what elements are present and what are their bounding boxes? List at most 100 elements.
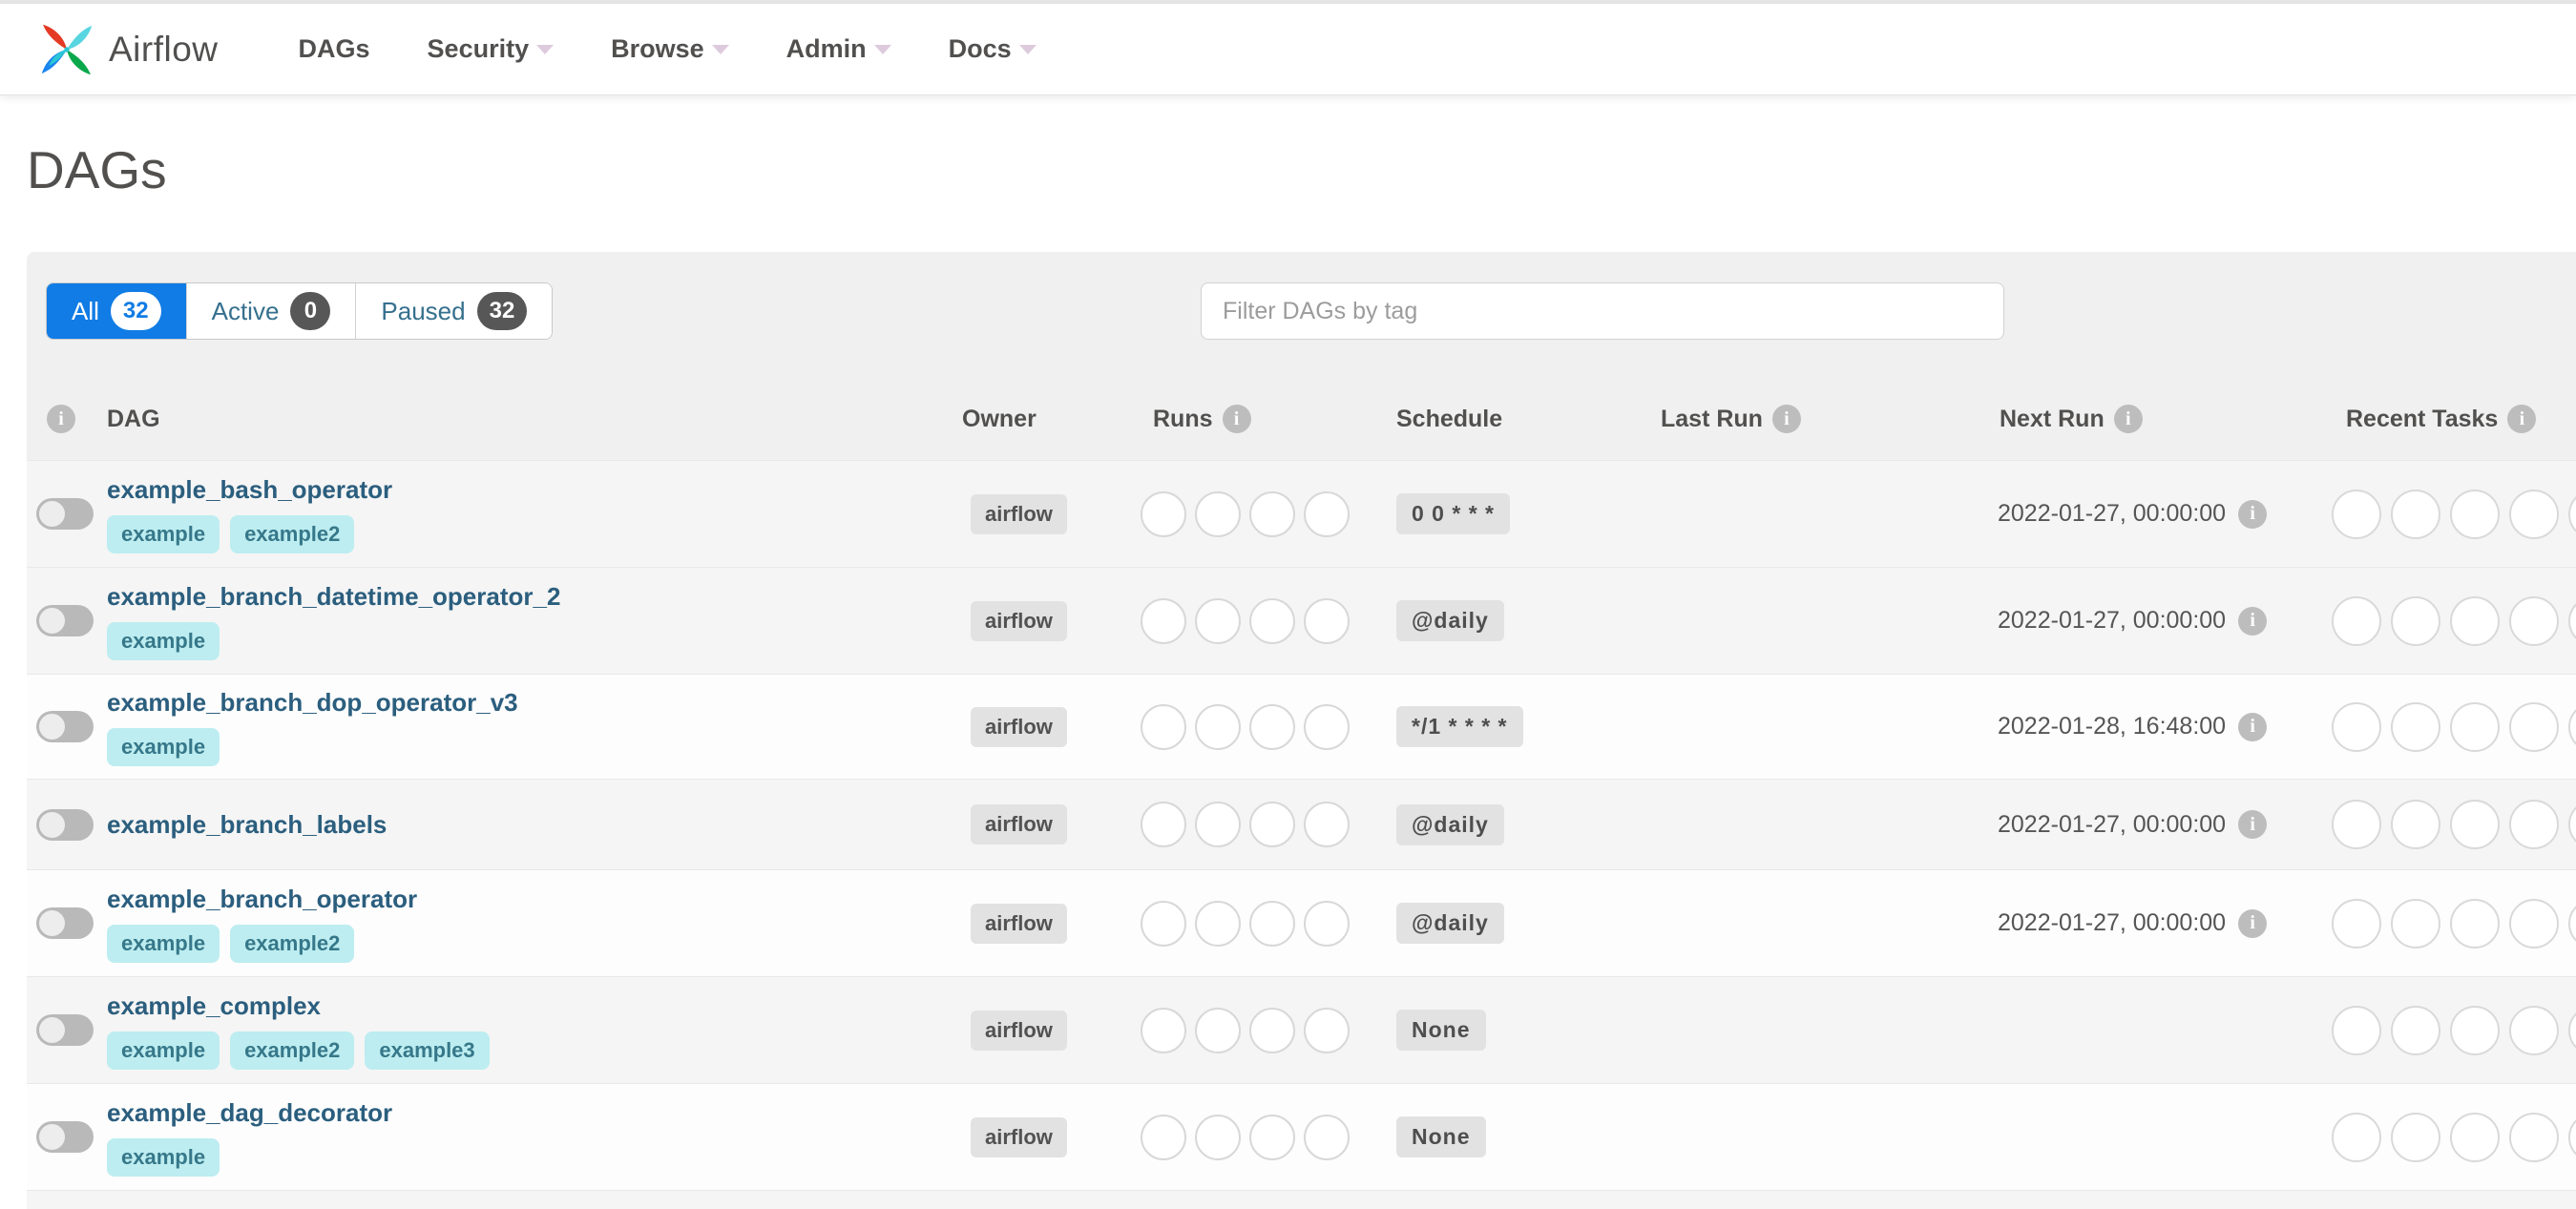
task-status-circle[interactable] (2450, 595, 2500, 646)
run-status-circle[interactable] (1304, 1007, 1350, 1053)
tab-paused[interactable]: Paused 32 (355, 283, 553, 339)
task-status-circle[interactable] (2332, 800, 2381, 849)
run-status-circle[interactable] (1141, 490, 1186, 537)
task-status-circle[interactable] (2450, 800, 2500, 849)
task-status-circle[interactable] (2509, 595, 2559, 646)
task-status-circle[interactable] (2391, 1005, 2440, 1055)
task-status-circle[interactable] (2391, 800, 2440, 849)
airflow-brand[interactable]: Airflow (34, 17, 219, 82)
run-status-circle[interactable] (1249, 1007, 1295, 1053)
task-status-circle[interactable] (2509, 701, 2559, 752)
pause-toggle[interactable] (36, 808, 94, 841)
pause-toggle[interactable] (36, 1121, 94, 1153)
cell-runs (1131, 900, 1382, 947)
task-status-circle[interactable] (2332, 595, 2381, 646)
dag-link[interactable]: example_complex (107, 991, 959, 1021)
task-status-circle[interactable] (2450, 489, 2500, 539)
run-status-circle[interactable] (1304, 900, 1350, 947)
pause-toggle[interactable] (36, 498, 94, 530)
run-status-circle[interactable] (1249, 802, 1295, 847)
run-status-circle[interactable] (1249, 900, 1295, 947)
dag-link[interactable]: example_branch_datetime_operator_2 (107, 582, 959, 612)
run-status-circle[interactable] (1141, 1114, 1186, 1160)
task-status-circle[interactable] (2509, 800, 2559, 849)
task-status-circle[interactable] (2391, 595, 2440, 646)
run-status-circle[interactable] (1195, 802, 1241, 847)
tab-active[interactable]: Active 0 (185, 283, 356, 339)
run-status-circle[interactable] (1141, 1007, 1186, 1053)
run-status-circle[interactable] (1141, 802, 1186, 847)
dag-link[interactable]: example_branch_labels (107, 810, 959, 840)
task-status-circle[interactable] (2509, 1005, 2559, 1055)
tag-badge[interactable]: example (107, 1031, 220, 1070)
task-status-circle[interactable] (2391, 701, 2440, 752)
tag-badge[interactable]: example3 (365, 1031, 490, 1070)
task-status-circle[interactable] (2450, 1112, 2500, 1162)
run-status-circle[interactable] (1249, 703, 1295, 750)
tag-badge[interactable]: example (107, 924, 220, 963)
task-status-circle[interactable] (2332, 898, 2381, 948)
nav-item-docs[interactable]: Docs (949, 34, 1037, 64)
run-status-circle[interactable] (1141, 703, 1186, 750)
task-status-circle[interactable] (2332, 1005, 2381, 1055)
filter-dags-by-tag-input[interactable] (1201, 282, 2004, 340)
task-status-circle[interactable] (2568, 701, 2576, 752)
task-status-circle[interactable] (2568, 898, 2576, 948)
tag-badge[interactable]: example2 (230, 514, 355, 553)
nav-item-admin[interactable]: Admin (786, 34, 891, 64)
task-status-circle[interactable] (2450, 701, 2500, 752)
run-status-circle[interactable] (1141, 900, 1186, 947)
task-status-circle[interactable] (2509, 489, 2559, 539)
task-status-circle[interactable] (2391, 898, 2440, 948)
tag-badge[interactable]: example2 (230, 924, 355, 963)
tag-badge[interactable]: example (107, 621, 220, 660)
task-status-circle[interactable] (2568, 1005, 2576, 1055)
nav-item-dags[interactable]: DAGs (299, 34, 370, 64)
run-status-circle[interactable] (1195, 703, 1241, 750)
task-status-circle[interactable] (2568, 800, 2576, 849)
run-status-circle[interactable] (1304, 802, 1350, 847)
task-status-circle[interactable] (2391, 489, 2440, 539)
run-status-circle[interactable] (1195, 1007, 1241, 1053)
task-status-circle[interactable] (2450, 1005, 2500, 1055)
run-status-circle[interactable] (1304, 1114, 1350, 1160)
dag-link[interactable]: example_bash_operator (107, 475, 959, 505)
pause-toggle[interactable] (36, 907, 94, 939)
dag-link[interactable]: example_branch_operator (107, 885, 959, 914)
run-status-circle[interactable] (1304, 490, 1350, 537)
run-status-circle[interactable] (1249, 1114, 1295, 1160)
tab-all[interactable]: All 32 (47, 283, 186, 339)
pause-toggle[interactable] (36, 711, 94, 742)
run-status-circle[interactable] (1249, 597, 1295, 644)
dag-link[interactable]: example_dag_decorator (107, 1098, 959, 1128)
nav-item-browse[interactable]: Browse (611, 34, 729, 64)
task-status-circle[interactable] (2568, 1112, 2576, 1162)
run-status-circle[interactable] (1304, 597, 1350, 644)
pause-toggle[interactable] (36, 605, 94, 636)
task-status-circle[interactable] (2450, 898, 2500, 948)
task-status-circle[interactable] (2568, 489, 2576, 539)
dag-link[interactable]: example_branch_dop_operator_v3 (107, 688, 959, 718)
nav-item-security[interactable]: Security (428, 34, 555, 64)
run-status-circle[interactable] (1195, 900, 1241, 947)
run-status-circle[interactable] (1249, 490, 1295, 537)
run-status-circle[interactable] (1195, 597, 1241, 644)
task-status-circle[interactable] (2332, 489, 2381, 539)
run-status-circle[interactable] (1195, 1114, 1241, 1160)
task-status-circle[interactable] (2332, 1112, 2381, 1162)
cell-toggle (27, 1121, 107, 1153)
run-status-circle[interactable] (1304, 703, 1350, 750)
run-status-circle[interactable] (1141, 597, 1186, 644)
tag-badge[interactable]: example2 (230, 1031, 355, 1070)
task-status-circle[interactable] (2509, 1112, 2559, 1162)
tag-badge[interactable]: example (107, 514, 220, 553)
run-status-circle[interactable] (1195, 490, 1241, 537)
tag-badge[interactable]: example (107, 1137, 220, 1177)
info-icon: i (2507, 405, 2537, 433)
task-status-circle[interactable] (2568, 595, 2576, 646)
task-status-circle[interactable] (2509, 898, 2559, 948)
task-status-circle[interactable] (2332, 701, 2381, 752)
pause-toggle[interactable] (36, 1014, 94, 1046)
tag-badge[interactable]: example (107, 727, 220, 766)
task-status-circle[interactable] (2391, 1112, 2440, 1162)
